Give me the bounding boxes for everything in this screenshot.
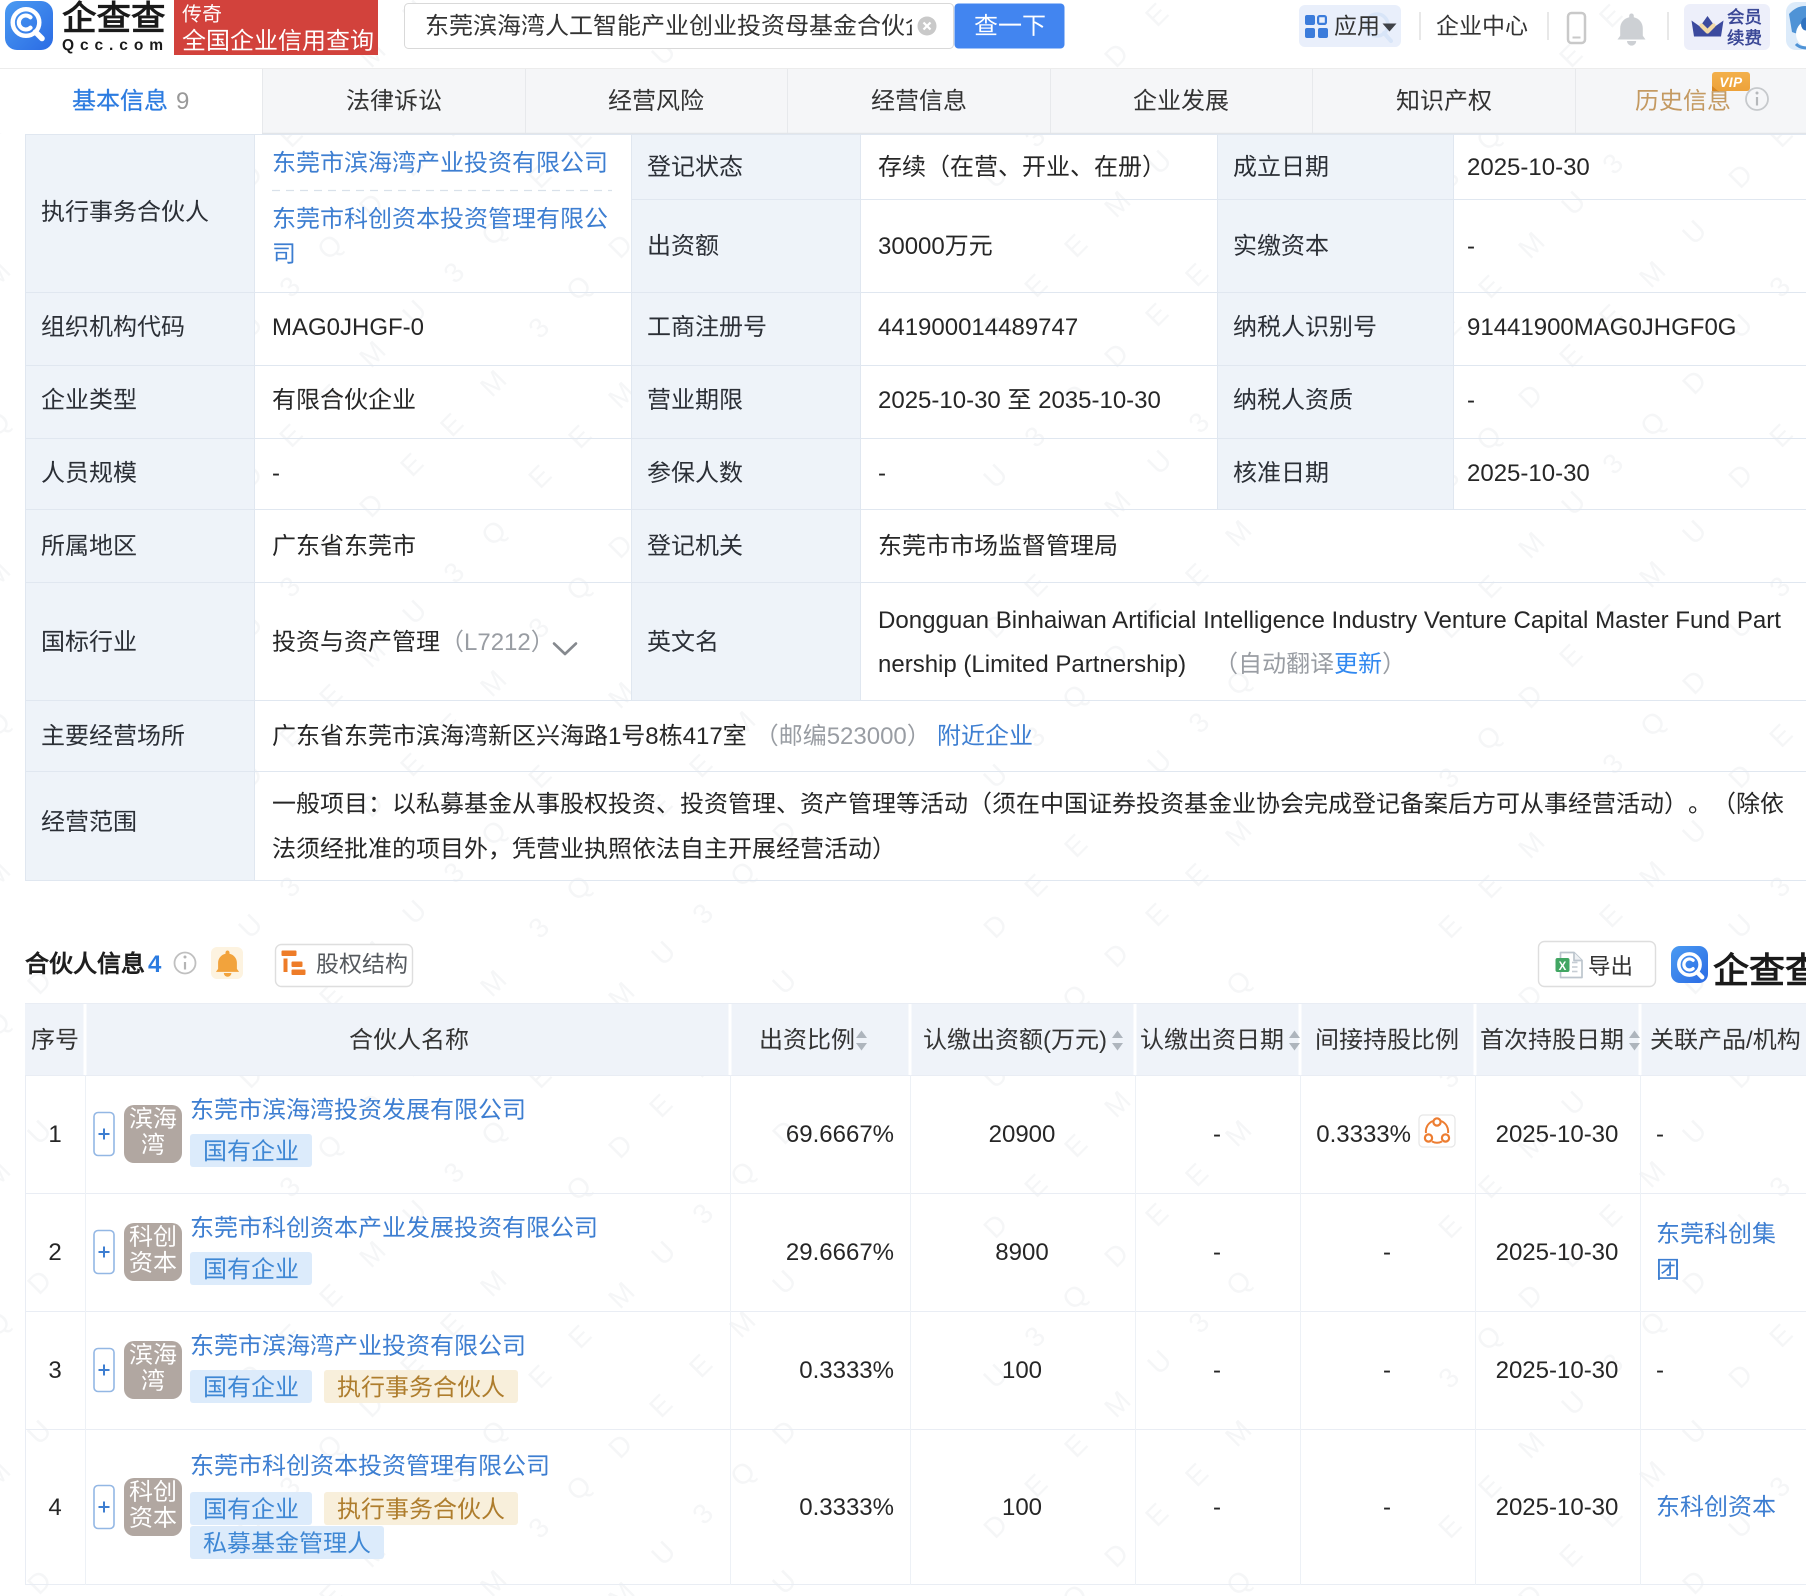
svg-text:2035-10-30: 2035-10-30 [1038, 387, 1161, 414]
svg-text:L7212: L7212 [464, 629, 531, 656]
svg-text:1: 1 [48, 1121, 61, 1148]
svg-text:/: / [1746, 1027, 1753, 1054]
svg-text:4: 4 [48, 1494, 61, 1521]
svg-text:-: - [1213, 1357, 1221, 1384]
svg-text:2025-10-30: 2025-10-30 [1467, 154, 1590, 181]
svg-text:X: X [1559, 961, 1567, 973]
svg-text:523000: 523000 [827, 723, 907, 750]
svg-text:-: - [878, 460, 886, 487]
svg-text:-: - [1213, 1121, 1221, 1148]
svg-text:Partnership): Partnership) [1055, 651, 1186, 678]
svg-text:-: - [1213, 1494, 1221, 1521]
svg-text:30000: 30000 [878, 233, 945, 260]
svg-text:-: - [1383, 1239, 1391, 1266]
svg-text:2025-10-30: 2025-10-30 [878, 387, 1001, 414]
svg-text:-: - [1383, 1494, 1391, 1521]
svg-text:(Limited: (Limited [963, 651, 1048, 678]
svg-text:1: 1 [608, 723, 621, 750]
svg-text:2025-10-30: 2025-10-30 [1496, 1357, 1619, 1384]
svg-text:-: - [1656, 1121, 1664, 1148]
svg-text:(: ( [1043, 1027, 1051, 1054]
svg-text:8: 8 [645, 723, 658, 750]
svg-text:2025-10-30: 2025-10-30 [1467, 460, 1590, 487]
svg-text:4: 4 [148, 951, 162, 978]
svg-text:91441900MAG0JHGF0G: 91441900MAG0JHGF0G [1467, 314, 1736, 341]
svg-text:nership: nership [878, 651, 957, 678]
svg-text:2: 2 [48, 1239, 61, 1266]
svg-text:100: 100 [1002, 1357, 1042, 1384]
svg-text:0.3333%: 0.3333% [799, 1357, 894, 1384]
svg-text:3: 3 [48, 1357, 61, 1384]
svg-text:MAG0JHGF-0: MAG0JHGF-0 [272, 314, 424, 341]
svg-text:-: - [1383, 1357, 1391, 1384]
svg-text:-: - [1467, 233, 1475, 260]
svg-text:): ) [1099, 1027, 1107, 1054]
svg-text:0.3333%: 0.3333% [799, 1494, 894, 1521]
svg-text:8900: 8900 [995, 1239, 1048, 1266]
svg-text:100: 100 [1002, 1494, 1042, 1521]
svg-text:2025-10-30: 2025-10-30 [1496, 1494, 1619, 1521]
svg-text:69.6667%: 69.6667% [786, 1121, 894, 1148]
svg-text:2025-10-30: 2025-10-30 [1496, 1239, 1619, 1266]
svg-text:9: 9 [176, 88, 189, 115]
svg-text:2025-10-30: 2025-10-30 [1496, 1121, 1619, 1148]
svg-text:20900: 20900 [989, 1121, 1056, 1148]
svg-text:Dongguan Binhaiwan Artificial: Dongguan Binhaiwan Artificial Intelligen… [878, 607, 1781, 634]
svg-text:417: 417 [683, 723, 723, 750]
svg-text:-: - [1467, 387, 1475, 414]
svg-text:441900014489747: 441900014489747 [878, 314, 1078, 341]
svg-text:-: - [1213, 1239, 1221, 1266]
svg-text:VIP: VIP [1719, 75, 1743, 90]
svg-text:-: - [1656, 1357, 1664, 1384]
svg-text:-: - [272, 460, 280, 487]
svg-text:29.6667%: 29.6667% [786, 1239, 894, 1266]
svg-text:0.3333%: 0.3333% [1316, 1121, 1411, 1148]
